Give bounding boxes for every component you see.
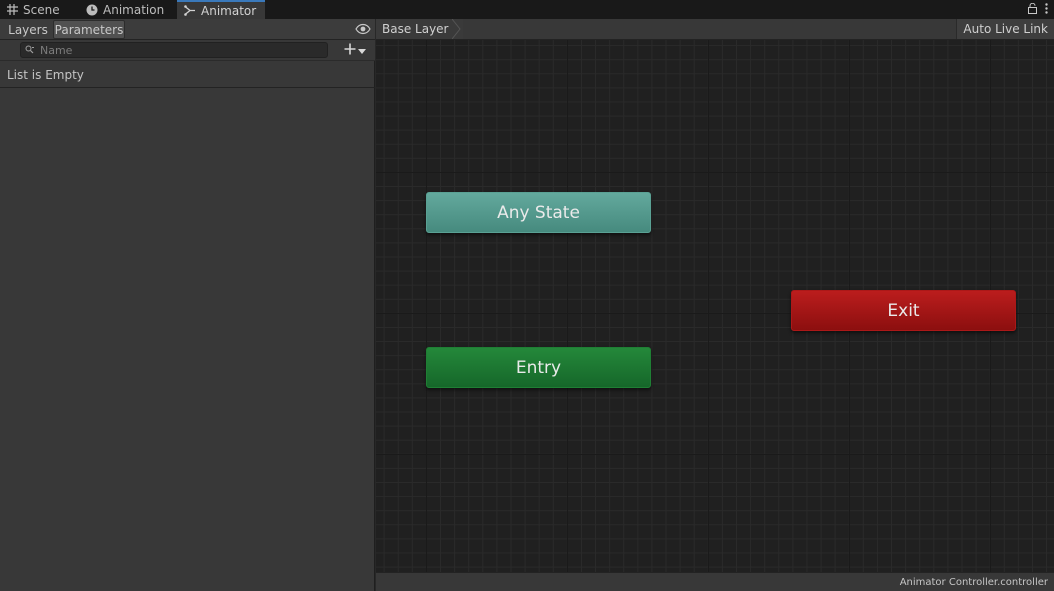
clock-icon <box>86 4 98 16</box>
tab-scene-label: Scene <box>23 2 60 17</box>
grid-icon <box>7 4 18 15</box>
lock-icon[interactable] <box>1028 2 1037 17</box>
add-parameter-button[interactable] <box>344 42 372 58</box>
state-exit[interactable]: Exit <box>791 290 1016 331</box>
kebab-menu-icon[interactable] <box>1045 2 1048 17</box>
breadcrumb-base-layer[interactable]: Base Layer <box>376 19 463 39</box>
graph-toolbar: Base Layer Auto Live Link <box>376 18 1054 40</box>
window-controls <box>1028 0 1048 19</box>
plus-icon <box>344 43 356 58</box>
tab-animator[interactable]: Animator <box>177 0 265 19</box>
state-entry[interactable]: Entry <box>426 347 651 388</box>
state-any-state[interactable]: Any State <box>426 192 651 233</box>
animator-graph-icon <box>184 5 196 16</box>
search-row: Name <box>0 40 375 61</box>
tab-animation[interactable]: Animation <box>79 0 177 19</box>
tab-layers[interactable]: Layers <box>4 20 52 39</box>
search-icon <box>25 43 35 57</box>
empty-list-message: List is Empty <box>0 62 375 88</box>
parameters-panel: Layers Parameters Name List is Empty <box>0 19 375 591</box>
breadcrumb-separator-icon <box>451 18 462 40</box>
tab-scene[interactable]: Scene <box>0 0 72 19</box>
eye-icon[interactable] <box>355 22 371 36</box>
panel-tab-bar: Layers Parameters <box>0 19 375 40</box>
tab-parameters[interactable]: Parameters <box>53 20 125 39</box>
chevron-down-icon <box>358 43 366 57</box>
tab-animation-label: Animation <box>103 2 165 17</box>
auto-live-link-button[interactable]: Auto Live Link <box>956 19 1054 39</box>
tab-animator-label: Animator <box>201 3 257 18</box>
controller-file-label: Animator Controller.controller <box>376 572 1054 591</box>
window-tab-bar: Scene Animation Animator <box>0 0 1054 19</box>
state-machine-graph[interactable]: Any State Entry Exit <box>376 40 1054 572</box>
search-placeholder: Name <box>40 43 73 57</box>
search-input[interactable]: Name <box>20 42 328 58</box>
